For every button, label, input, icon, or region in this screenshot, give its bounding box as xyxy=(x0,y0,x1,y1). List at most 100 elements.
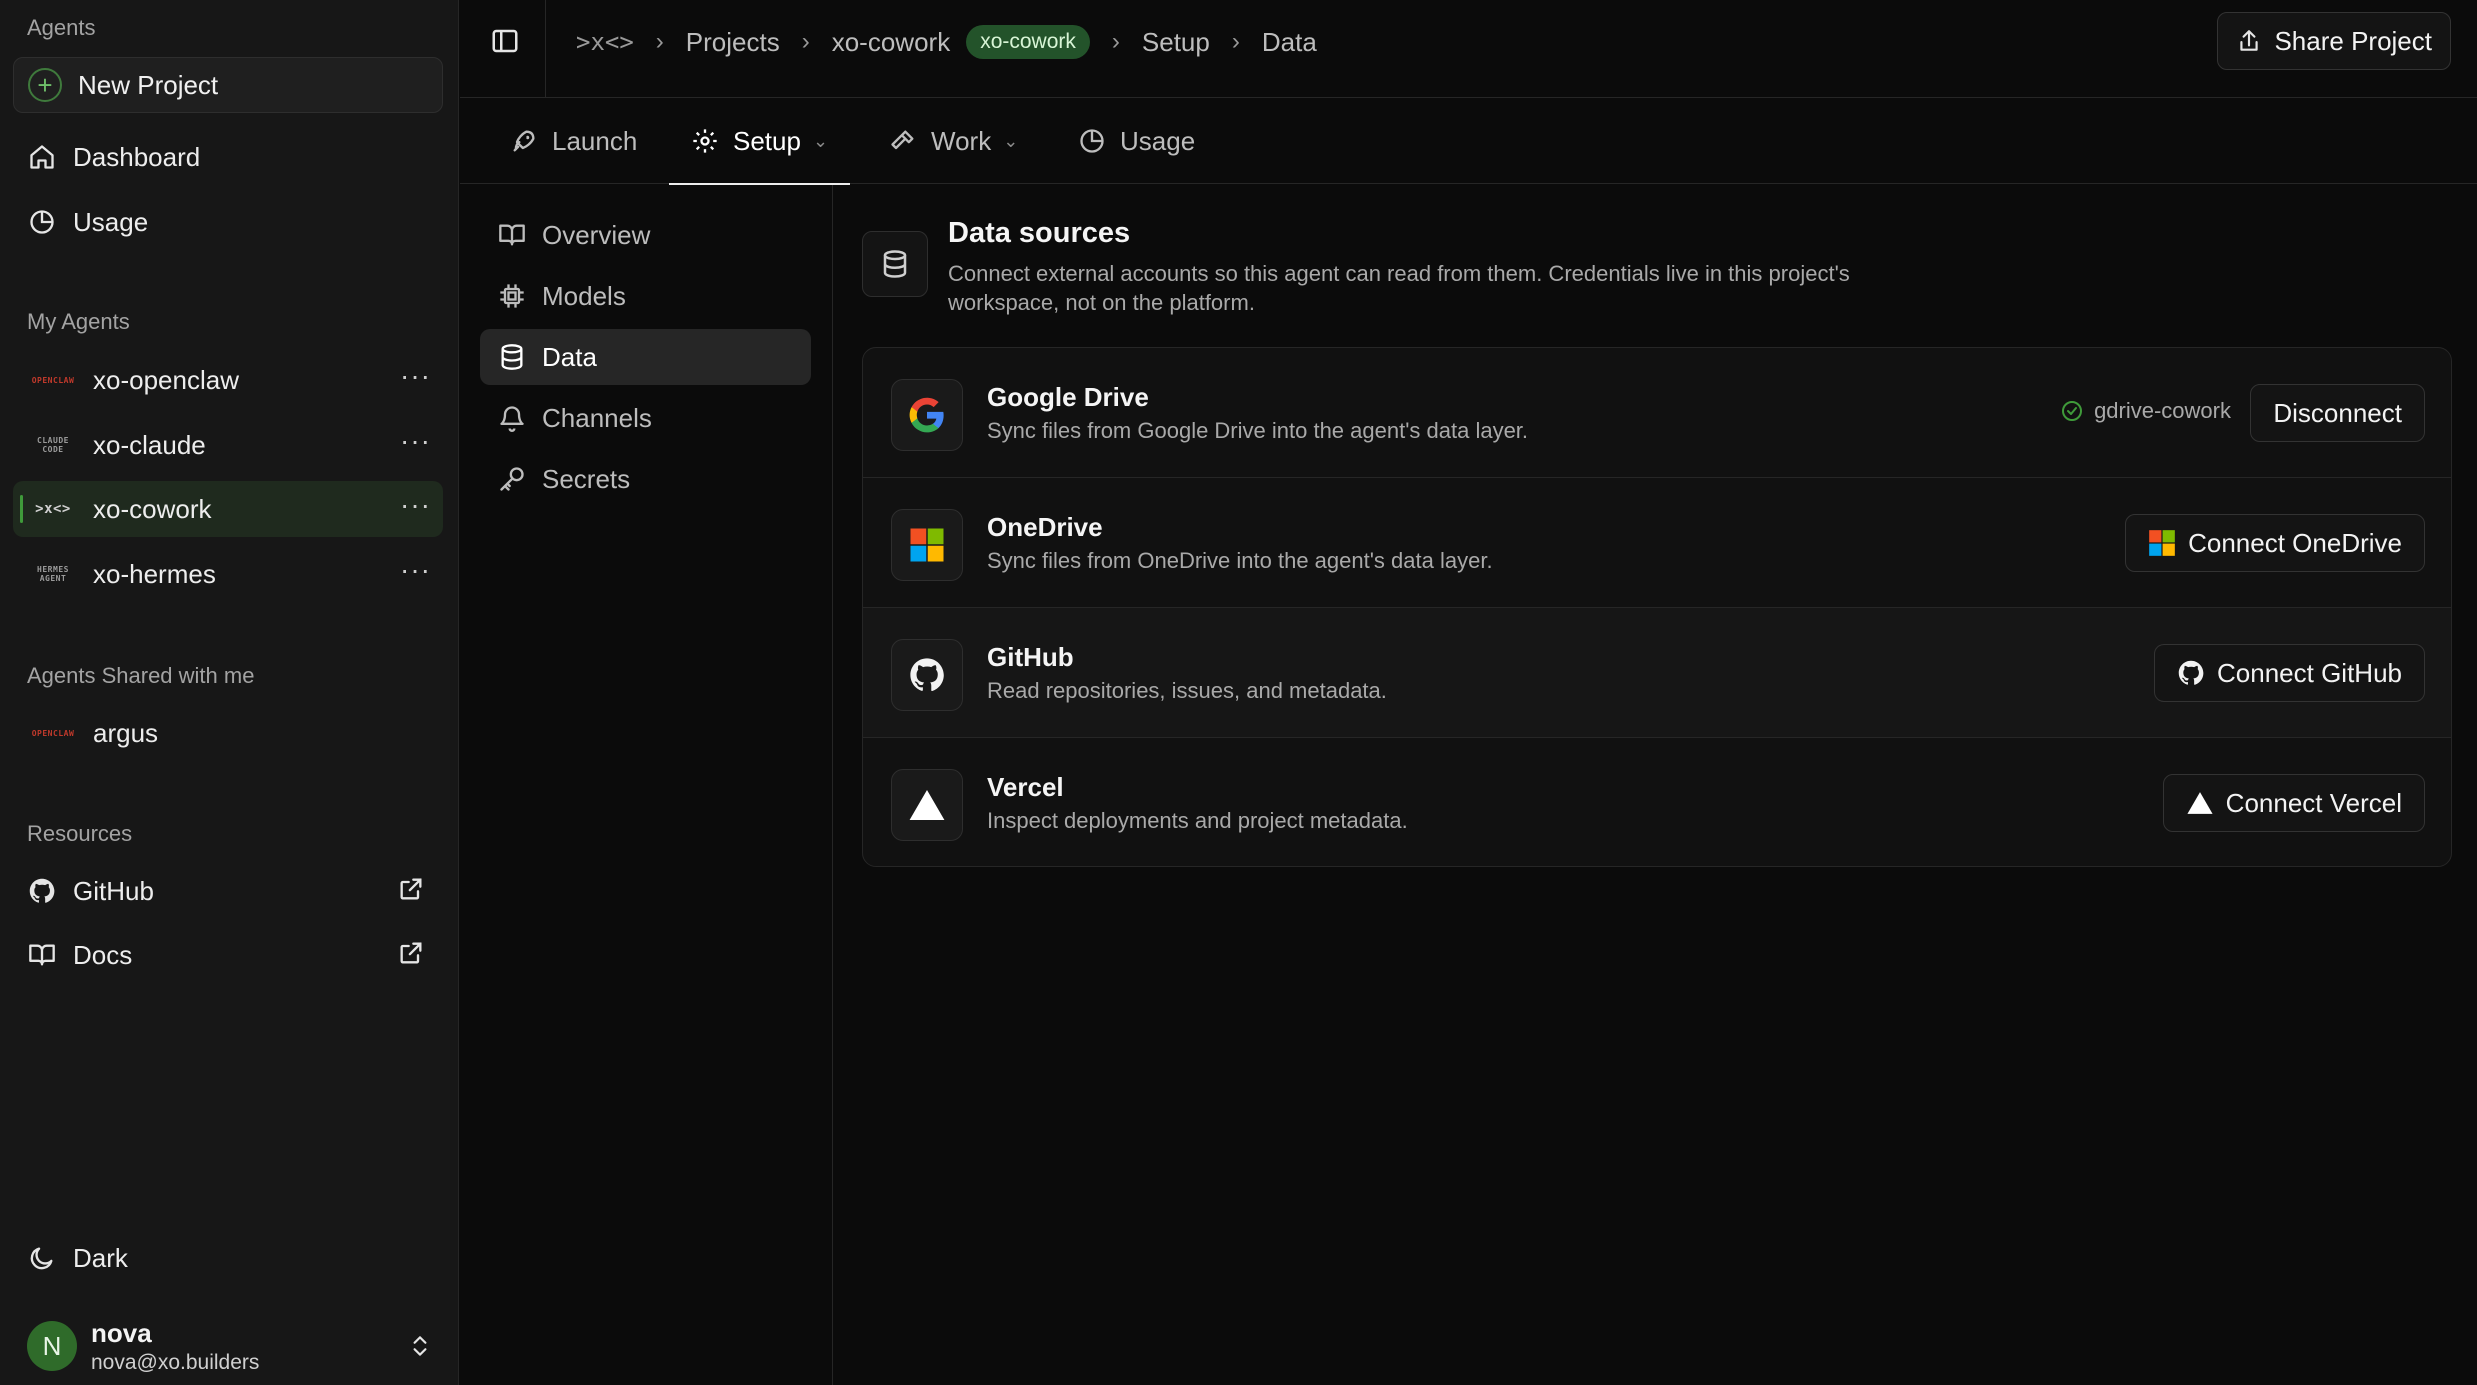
agent-name: argus xyxy=(93,717,159,748)
share-icon xyxy=(2236,28,2262,54)
tab-launch[interactable]: Launch xyxy=(510,98,637,184)
breadcrumb: >x<> › Projects › xo-cowork xo-cowork › … xyxy=(576,22,1317,62)
connect-github-button[interactable]: Connect GitHub xyxy=(2154,644,2425,702)
breadcrumb-projects[interactable]: Projects xyxy=(686,27,780,58)
rocket-icon xyxy=(510,127,538,155)
data-source-name: OneDrive xyxy=(987,512,1103,542)
breadcrumb-setup[interactable]: Setup xyxy=(1142,27,1210,58)
connect-vercel-button[interactable]: Connect Vercel xyxy=(2162,774,2425,832)
theme-toggle[interactable]: Dark xyxy=(13,1230,443,1286)
avatar: N xyxy=(27,1321,77,1371)
claude-code-logo: CLAUDE CODE xyxy=(37,436,69,454)
chevron-up-down-icon xyxy=(407,1330,433,1362)
resources-heading: Resources xyxy=(27,821,133,846)
check-circle-icon xyxy=(2060,399,2084,423)
xo-logo: >x<> xyxy=(35,500,71,517)
more-options-icon[interactable]: ··· xyxy=(400,362,431,390)
agent-name: xo-hermes xyxy=(93,558,216,589)
agent-item-xo-openclaw[interactable]: OPENCLAW xo-openclaw ··· xyxy=(13,352,443,408)
data-source-description: Read repositories, issues, and metadata. xyxy=(987,678,1387,703)
tab-label: Setup xyxy=(733,125,801,156)
agent-item-xo-cowork[interactable]: >x<> xo-cowork ··· xyxy=(13,481,443,537)
chevron-right-icon: › xyxy=(655,28,664,55)
chevron-right-icon: › xyxy=(801,28,810,55)
more-options-icon[interactable]: ··· xyxy=(400,427,431,455)
github-icon xyxy=(2177,659,2205,687)
data-source-description: Sync files from OneDrive into the agent'… xyxy=(987,548,1493,573)
setup-subnav: Overview Models Data Channels Secrets xyxy=(460,185,833,1385)
subnav-item-overview[interactable]: Overview xyxy=(480,207,811,263)
subnav-label: Channels xyxy=(542,402,652,433)
resource-link-github[interactable]: GitHub xyxy=(13,863,443,919)
data-source-description: Sync files from Google Drive into the ag… xyxy=(987,418,1529,443)
tab-setup[interactable]: Setup ⌄ xyxy=(668,98,851,185)
page-title: Data sources xyxy=(948,217,1131,249)
page-description: Connect external accounts so this agent … xyxy=(948,261,1850,315)
theme-label: Dark xyxy=(73,1242,128,1273)
chevron-down-icon: ⌄ xyxy=(1003,130,1019,151)
key-icon xyxy=(498,465,526,493)
agent-item-xo-hermes[interactable]: HERMES AGENT xo-hermes ··· xyxy=(13,546,443,602)
subnav-item-data[interactable]: Data xyxy=(480,329,811,385)
divider xyxy=(545,0,546,98)
new-project-button[interactable]: + New Project xyxy=(13,57,443,113)
agent-item-xo-claude[interactable]: CLAUDE CODE xo-claude ··· xyxy=(13,417,443,473)
resource-label: GitHub xyxy=(73,875,154,906)
data-source-row-vercel: Vercel Inspect deployments and project m… xyxy=(863,738,2451,866)
pie-chart-icon xyxy=(1078,127,1106,155)
sidebar-toggle-icon[interactable] xyxy=(490,26,520,56)
share-project-button[interactable]: Share Project xyxy=(2217,12,2451,70)
subnav-label: Overview xyxy=(542,219,651,250)
data-source-name: Google Drive xyxy=(987,382,1149,412)
tab-work[interactable]: Work ⌄ xyxy=(889,98,1018,184)
topbar: >x<> › Projects › xo-cowork xo-cowork › … xyxy=(460,0,2477,98)
data-source-row-github: GitHub Read repositories, issues, and me… xyxy=(863,608,2451,738)
database-icon xyxy=(862,231,928,297)
subnav-label: Models xyxy=(542,280,626,311)
sidebar-item-usage[interactable]: Usage xyxy=(13,194,443,250)
subnav-item-models[interactable]: Models xyxy=(480,268,811,324)
sidebar-item-dashboard[interactable]: Dashboard xyxy=(13,129,443,185)
shared-agents-heading: Agents Shared with me xyxy=(27,663,255,688)
openclaw-logo: OPENCLAW xyxy=(31,375,75,385)
tab-usage[interactable]: Usage xyxy=(1078,98,1195,184)
disconnect-button[interactable]: Disconnect xyxy=(2250,384,2425,442)
user-menu[interactable]: N nova nova@xo.builders xyxy=(27,1316,447,1376)
user-email: nova@xo.builders xyxy=(91,1350,260,1374)
user-name: nova xyxy=(91,1317,152,1348)
data-source-name: Vercel xyxy=(987,772,1064,802)
plus-icon: + xyxy=(28,68,62,102)
agent-item-argus[interactable]: OPENCLAW argus xyxy=(13,705,443,761)
button-label: Connect Vercel xyxy=(2225,787,2402,818)
agents-heading: Agents xyxy=(27,15,96,40)
microsoft-icon xyxy=(891,509,963,581)
database-icon xyxy=(498,343,526,371)
chevron-right-icon: › xyxy=(1231,28,1240,55)
breadcrumb-data: Data xyxy=(1261,26,1317,57)
chevron-right-icon: › xyxy=(1111,28,1120,55)
external-link-icon xyxy=(397,875,425,903)
connect-onedrive-button[interactable]: Connect OneDrive xyxy=(2125,514,2425,572)
moon-icon xyxy=(27,1243,57,1273)
xo-brand-icon[interactable]: >x<> xyxy=(576,28,634,56)
subnav-item-secrets[interactable]: Secrets xyxy=(480,451,811,507)
button-label: Connect GitHub xyxy=(2217,657,2402,688)
sidebar-item-label: Dashboard xyxy=(73,141,201,172)
my-agents-heading: My Agents xyxy=(27,309,130,334)
subnav-label: Data xyxy=(542,341,597,372)
github-icon xyxy=(891,639,963,711)
gear-icon xyxy=(691,127,719,155)
connected-status: gdrive-cowork xyxy=(2060,398,2231,424)
agent-name: xo-openclaw xyxy=(93,364,239,395)
more-options-icon[interactable]: ··· xyxy=(400,556,431,584)
subnav-item-channels[interactable]: Channels xyxy=(480,390,811,446)
tab-label: Usage xyxy=(1120,125,1196,156)
sidebar-item-label: Usage xyxy=(73,206,149,237)
resource-link-docs[interactable]: Docs xyxy=(13,927,443,983)
more-options-icon[interactable]: ··· xyxy=(400,491,431,519)
new-project-label: New Project xyxy=(78,69,219,100)
google-drive-icon xyxy=(891,379,963,451)
data-sources-list: Google Drive Sync files from Google Driv… xyxy=(862,347,2452,867)
breadcrumb-project[interactable]: xo-cowork xyxy=(832,27,950,58)
hermes-logo: HERMES AGENT xyxy=(37,565,69,583)
